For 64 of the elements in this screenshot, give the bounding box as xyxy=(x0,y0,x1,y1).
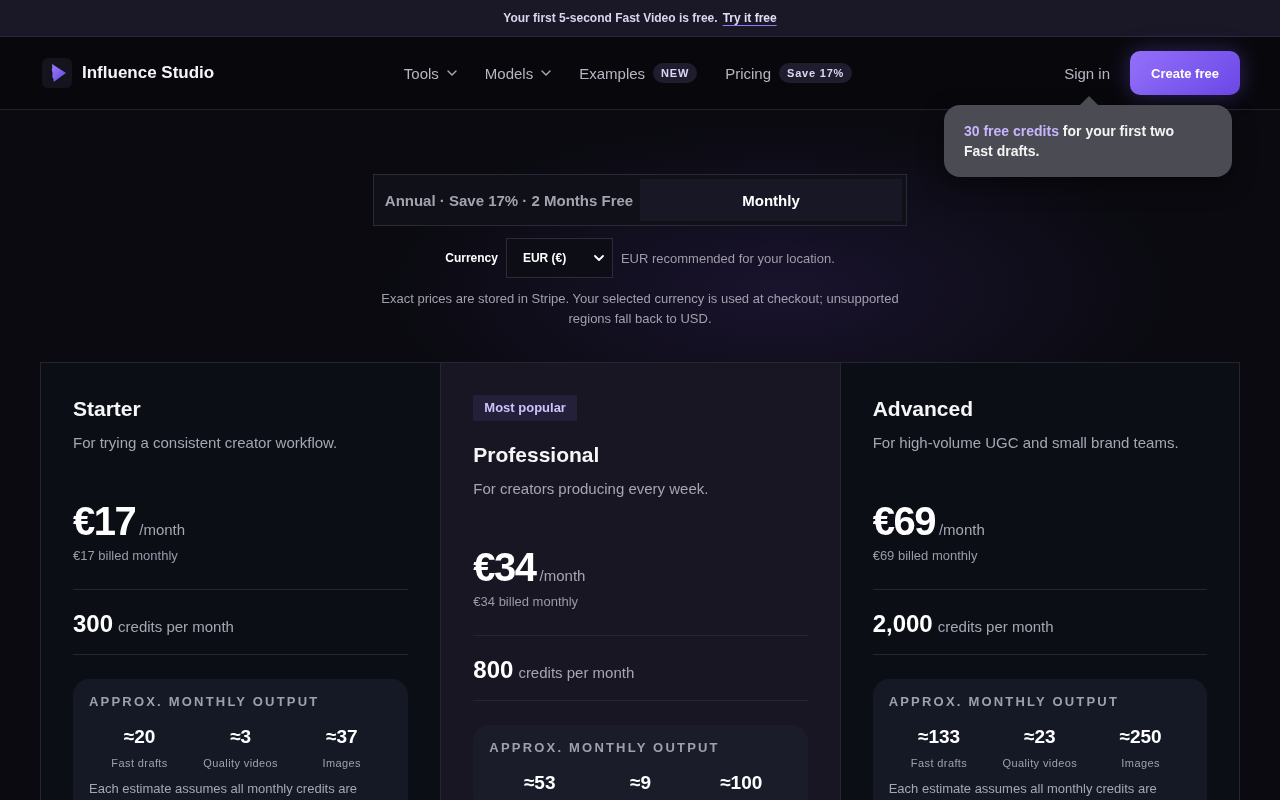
nav-link[interactable]: Examples NEW xyxy=(579,63,698,83)
billed-text: €34 billed monthly xyxy=(473,593,580,611)
plan-price: €17 xyxy=(73,498,136,545)
output-heading: APPROX. MONTHLY OUTPUT xyxy=(489,740,721,756)
credits-label: credits per month xyxy=(518,664,635,681)
output-label: Quality videos xyxy=(1002,756,1078,770)
logo-icon[interactable] xyxy=(42,58,72,88)
nav-badge: NEW xyxy=(653,63,698,83)
plan-description: For high-volume UGC and small brand teams. xyxy=(872,433,1180,453)
output-value: ≈250 xyxy=(1119,725,1162,749)
output-value: ≈100 xyxy=(720,771,763,795)
credits-amount: 800 xyxy=(473,655,514,685)
currency-hint: EUR recommended for your location. xyxy=(620,250,835,266)
credits-amount: 300 xyxy=(73,609,114,639)
banner-text: Your first 5-second Fast Video is free. xyxy=(503,11,718,25)
billed-text: €17 billed monthly xyxy=(73,547,179,565)
currency-label: Currency xyxy=(445,251,498,265)
pricing-note: Exact prices are stored in Stripe. Your selected currency is used at checkout; unsupported regions fall back to USD. xyxy=(380,290,900,328)
nav-menu-button[interactable]: Tools xyxy=(403,64,457,82)
chevron-down-icon xyxy=(541,70,552,76)
price-period: /month xyxy=(938,521,985,538)
output-value: ≈37 xyxy=(326,725,358,749)
output-label: Images xyxy=(1121,756,1160,770)
try-it-free-link[interactable]: Try it free xyxy=(722,11,777,25)
credits-label: credits per month xyxy=(118,618,234,635)
output-footnote: Each estimate assumes all monthly credits are xyxy=(888,781,1158,797)
output-label: Fast drafts xyxy=(910,756,968,770)
price-period: /month xyxy=(539,567,586,584)
output-value: ≈20 xyxy=(123,725,156,749)
caret-icon xyxy=(593,255,604,261)
output-value: ≈133 xyxy=(917,725,961,749)
output-label: Images xyxy=(322,756,361,770)
sign-in-link[interactable]: Sign in xyxy=(1064,64,1110,82)
plan-description: For creators producing every week. xyxy=(473,479,710,499)
plan-price: €69 xyxy=(872,498,935,545)
nav-link[interactable]: Pricing Save 17% xyxy=(725,63,853,83)
output-label: Fast drafts xyxy=(111,756,168,770)
nav-menu-button[interactable]: Models xyxy=(484,64,552,82)
billed-text: €69 billed monthly xyxy=(872,547,979,565)
output-heading: APPROX. MONTHLY OUTPUT xyxy=(89,694,321,710)
output-footnote: Each estimate assumes all monthly credits are xyxy=(89,781,359,797)
plan-name: Starter xyxy=(73,396,142,422)
currency-select[interactable]: EUR (€) xyxy=(505,238,613,278)
billing-tab[interactable]: Annual · Save 17% · 2 Months Free xyxy=(378,179,640,221)
most-popular-badge: Most popular xyxy=(473,395,577,421)
billing-tab[interactable]: Monthly xyxy=(640,179,902,221)
plan-price: €34 xyxy=(473,544,536,591)
plan-description: For trying a consistent creator workflow. xyxy=(73,433,339,453)
output-value: ≈23 xyxy=(1024,725,1056,749)
output-heading: APPROX. MONTHLY OUTPUT xyxy=(888,694,1121,710)
chevron-down-icon xyxy=(446,70,457,76)
output-value: ≈53 xyxy=(523,771,556,795)
credits-amount: 2,000 xyxy=(872,609,933,639)
create-free-button[interactable]: Create free xyxy=(1130,51,1240,95)
brand-name: Influence Studio xyxy=(82,63,215,83)
output-value: ≈3 xyxy=(230,725,252,749)
credits-label: credits per month xyxy=(937,618,1054,635)
output-value: ≈9 xyxy=(630,771,651,795)
plan-name: Professional xyxy=(473,442,601,468)
price-period: /month xyxy=(139,521,186,538)
output-label: Quality videos xyxy=(203,756,278,770)
plan-name: Advanced xyxy=(872,396,975,422)
tooltip-text: 30 free credits for your first two Fast drafts. xyxy=(964,122,1176,161)
nav-badge: Save 17% xyxy=(779,63,853,83)
